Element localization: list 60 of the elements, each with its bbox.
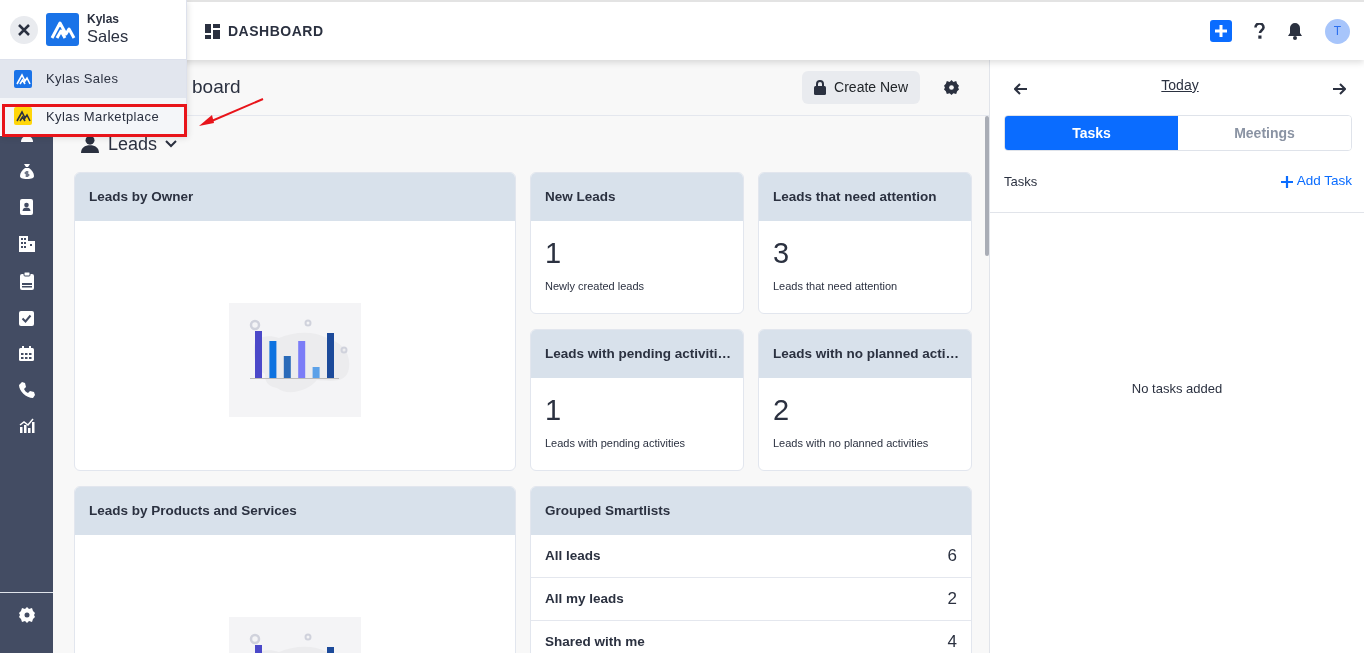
bar-chart-icon[interactable]: [18, 418, 35, 433]
settings-icon[interactable]: [944, 80, 959, 95]
close-icon: [18, 23, 30, 36]
right-arrow-icon[interactable]: [1332, 83, 1346, 95]
add-task-link[interactable]: Add Task: [1280, 171, 1352, 192]
metric-caption: Leads that need attention: [773, 279, 899, 294]
metric-caption: Leads with pending activities: [545, 436, 687, 451]
smartlist-name: All my leads: [545, 589, 624, 608]
dashboard-icon: [205, 23, 220, 39]
card-title: Leads with pending activiti…: [531, 330, 743, 378]
smartlist-row[interactable]: All leads 6: [531, 535, 971, 578]
smartlist-name: Shared with me: [545, 632, 645, 651]
smartlist-count: 6: [947, 545, 957, 568]
checkbox-icon[interactable]: [19, 310, 34, 326]
contact-card-icon[interactable]: [19, 199, 34, 215]
brand-product: Sales: [87, 26, 129, 46]
metric-value: 2: [773, 396, 791, 425]
metric-caption: Leads with no planned activities: [773, 436, 930, 451]
app-menu-item[interactable]: Kylas Marketplace: [0, 97, 186, 135]
smartlist-name: All leads: [545, 546, 601, 565]
card-title: Leads with no planned acti…: [759, 330, 971, 378]
notification-bell-icon[interactable]: [1287, 22, 1303, 40]
metric-value: 1: [545, 239, 563, 268]
page-title: DASHBOARD: [228, 21, 324, 41]
create-new-button[interactable]: Create New: [802, 71, 920, 104]
add-icon[interactable]: [1210, 20, 1232, 42]
empty-message: No tasks added: [1131, 381, 1223, 396]
buildings-icon[interactable]: [18, 235, 35, 252]
close-button[interactable]: [10, 15, 38, 44]
money-bag-icon[interactable]: [18, 162, 35, 179]
card-title: Leads by Owner: [75, 173, 515, 221]
logo-icon: [46, 13, 79, 46]
settings-icon[interactable]: [18, 606, 35, 623]
card-title: Leads that need attention: [759, 173, 971, 221]
smartlist-count: 2: [947, 588, 957, 611]
metric-caption: Newly created leads: [545, 279, 646, 294]
app-menu-item[interactable]: Kylas Sales: [0, 60, 186, 98]
brand-name: Kylas: [87, 13, 121, 27]
section-label: Tasks: [1004, 172, 1038, 191]
smartlist-count: 4: [947, 631, 957, 653]
page-heading: board: [192, 75, 241, 100]
scrollbar-thumb[interactable]: [985, 116, 989, 256]
lock-icon: [814, 80, 827, 95]
today-link[interactable]: Today: [1161, 74, 1199, 96]
card-title: New Leads: [531, 173, 743, 221]
smartlist-row[interactable]: Shared with me 4: [531, 621, 971, 653]
metric-value: 3: [773, 239, 791, 268]
person-icon: [81, 135, 99, 153]
plus-icon: [1280, 175, 1293, 188]
smartlist-row[interactable]: All my leads 2: [531, 578, 971, 621]
card-title: Leads by Products and Services: [75, 487, 515, 535]
phone-icon[interactable]: [18, 381, 35, 398]
clipboard-icon[interactable]: [19, 272, 34, 290]
calendar-icon[interactable]: [19, 346, 34, 361]
card-title: Grouped Smartlists: [531, 487, 971, 535]
metric-value: 1: [545, 396, 563, 425]
chevron-down-icon: [165, 140, 178, 148]
left-arrow-icon[interactable]: [1014, 83, 1028, 95]
tab[interactable]: Tasks: [1005, 116, 1178, 150]
help-icon[interactable]: [1254, 23, 1265, 39]
